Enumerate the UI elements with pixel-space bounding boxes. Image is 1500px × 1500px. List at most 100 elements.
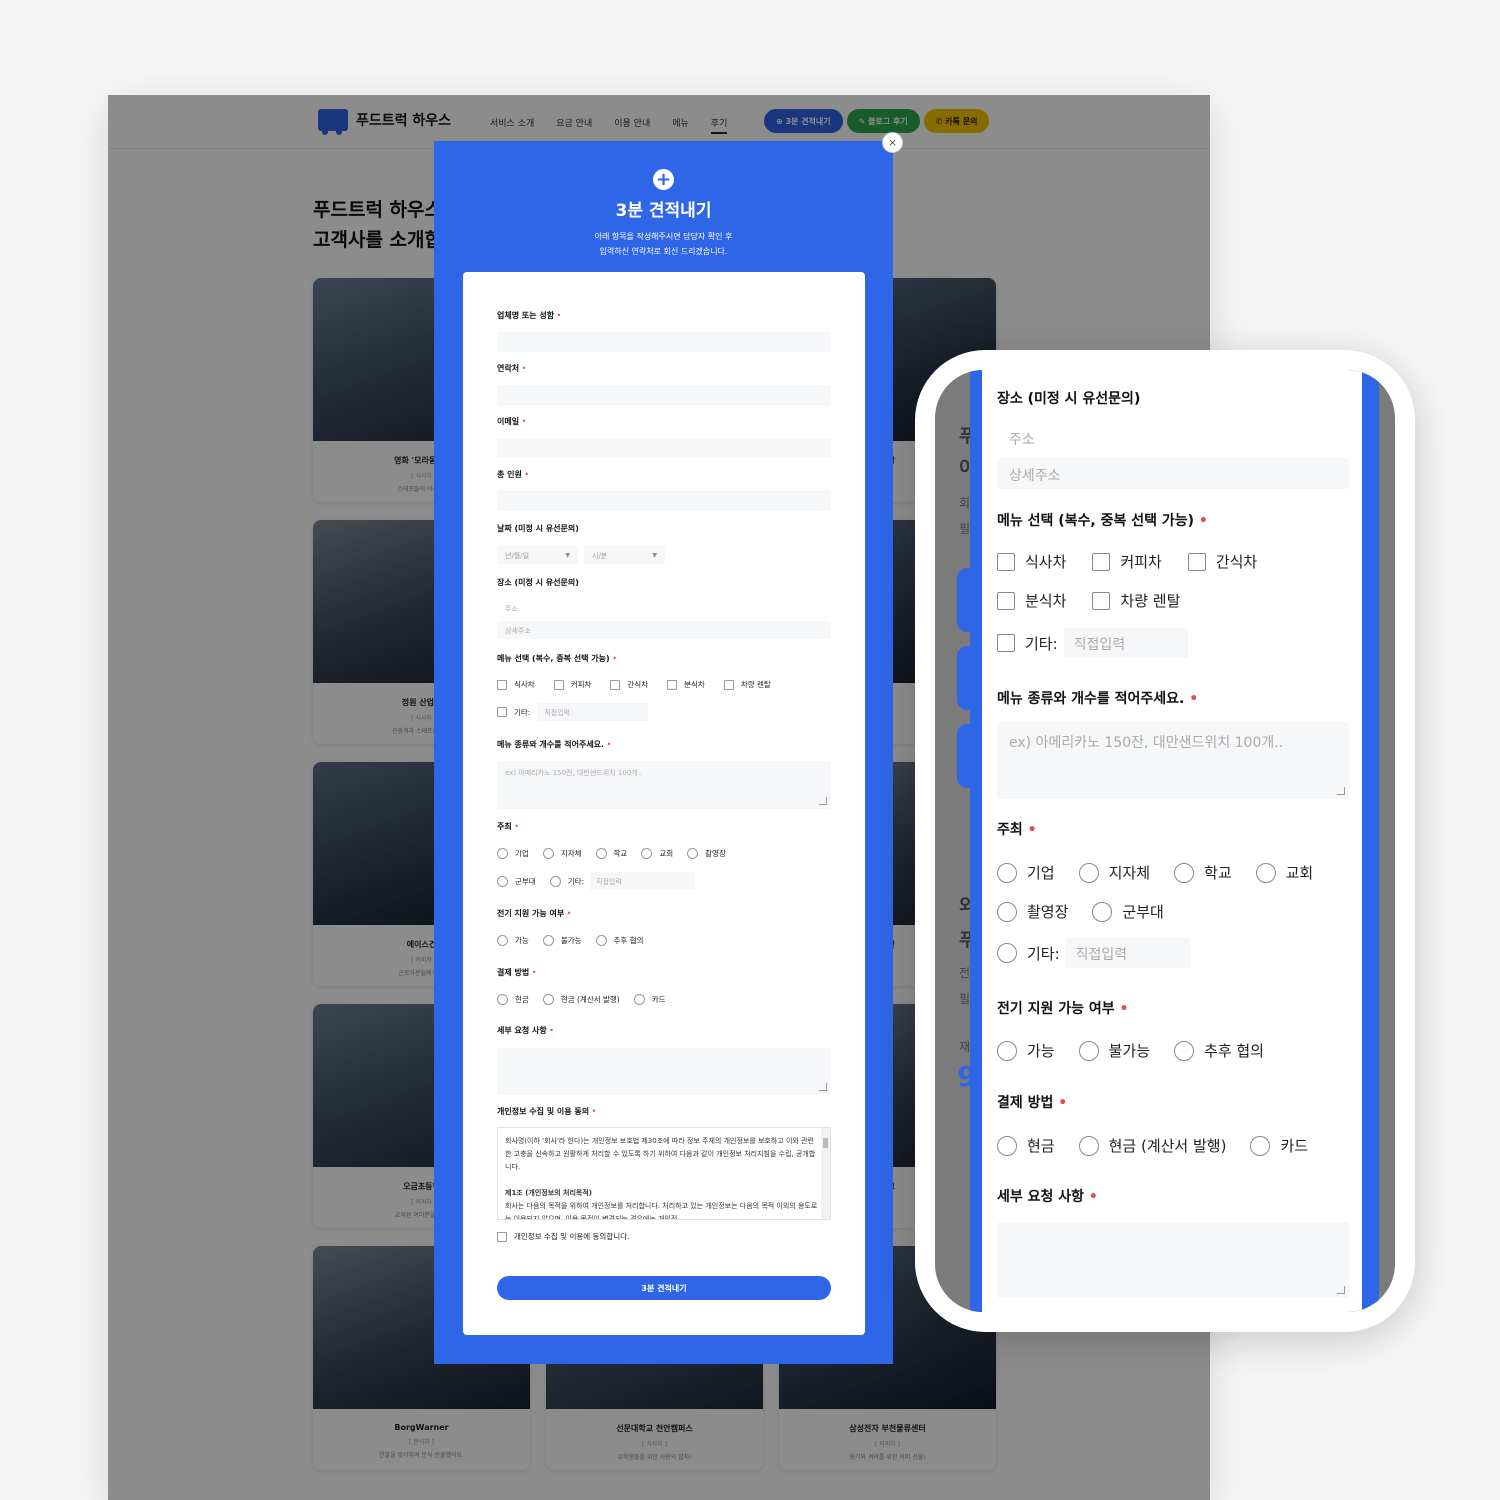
menu-detail-textarea[interactable]: ex) 아메리카노 150잔, 대만샌드위치 100개.. xyxy=(497,761,831,809)
date-select[interactable]: 년/월/일 ▼ xyxy=(497,546,578,564)
phone-power-option-yes[interactable]: 가능 xyxy=(997,1040,1055,1061)
phone-host-option-etc[interactable]: 기타: xyxy=(997,943,1060,964)
privacy-policy-box[interactable]: 회사명(이하 '회사'라 한다)는 개인정보 보호법 제30조에 따라 정보 주… xyxy=(497,1127,831,1220)
phone-menu-option-snack[interactable]: 간식차 xyxy=(1187,551,1257,572)
phone-host-option-military[interactable]: 군부대 xyxy=(1092,901,1164,922)
checkbox[interactable] xyxy=(1187,552,1206,571)
radio[interactable] xyxy=(641,848,653,859)
radio[interactable] xyxy=(997,1135,1017,1156)
checkbox[interactable] xyxy=(497,679,507,690)
host-option-government[interactable]: 지자체 xyxy=(542,848,582,859)
menu-option-bunsik[interactable]: 분식차 xyxy=(667,679,705,690)
resize-handle-icon[interactable] xyxy=(819,1083,827,1091)
radio[interactable] xyxy=(1078,862,1099,883)
phone-menu-option-rental[interactable]: 차량 렌탈 xyxy=(1092,590,1180,611)
checkbox[interactable] xyxy=(497,1231,507,1242)
menu-option-meal[interactable]: 식사차 xyxy=(497,679,535,690)
radio[interactable] xyxy=(1078,1135,1099,1156)
close-icon[interactable]: × xyxy=(882,132,903,153)
radio[interactable] xyxy=(1078,1040,1099,1061)
power-option-no[interactable]: 불가능 xyxy=(542,935,582,946)
resize-handle-icon[interactable] xyxy=(819,797,827,805)
radio[interactable] xyxy=(497,848,508,859)
phone-payment-option-cash[interactable]: 현금 xyxy=(997,1135,1055,1156)
phone-menu-option-etc[interactable]: 기타: xyxy=(997,633,1058,654)
radio[interactable] xyxy=(497,875,508,887)
checkbox[interactable] xyxy=(997,552,1015,571)
name-input[interactable] xyxy=(497,332,831,352)
phone-address-input[interactable]: 주소 xyxy=(1009,429,1035,449)
checkbox[interactable] xyxy=(667,679,678,690)
request-textarea[interactable] xyxy=(497,1048,831,1095)
radio[interactable] xyxy=(997,1040,1017,1061)
phone-address-detail-input[interactable]: 상세주소 xyxy=(997,458,1349,489)
submit-quote-button[interactable]: 3분 견적내기 xyxy=(497,1276,831,1300)
menu-option-rental[interactable]: 차량 렌탈 xyxy=(723,679,771,690)
payment-option-card[interactable]: 카드 xyxy=(633,994,666,1005)
checkbox[interactable] xyxy=(497,707,507,717)
phone-power-option-later[interactable]: 추후 협의 xyxy=(1174,1040,1264,1061)
email-input[interactable] xyxy=(497,438,831,458)
radio[interactable] xyxy=(633,994,645,1005)
radio[interactable] xyxy=(1250,1135,1271,1156)
headcount-input[interactable] xyxy=(497,491,831,511)
checkbox[interactable] xyxy=(723,679,734,690)
phone-power-option-no[interactable]: 불가능 xyxy=(1078,1040,1150,1061)
radio[interactable] xyxy=(549,875,561,887)
radio[interactable] xyxy=(997,943,1017,963)
resize-handle-icon[interactable] xyxy=(1337,787,1345,795)
radio[interactable] xyxy=(497,994,508,1005)
phone-host-option-government[interactable]: 지자체 xyxy=(1078,862,1150,883)
radio[interactable] xyxy=(1174,1040,1195,1061)
phone-host-option-filming[interactable]: 촬영장 xyxy=(997,901,1068,922)
radio[interactable] xyxy=(595,935,607,946)
radio[interactable] xyxy=(1092,901,1113,922)
checkbox[interactable] xyxy=(1092,591,1111,610)
menu-option-etc[interactable]: 기타: xyxy=(497,707,530,718)
menu-etc-input[interactable]: 직접입력 xyxy=(538,703,649,721)
phone-host-etc-input[interactable]: 직접입력 xyxy=(1065,938,1190,968)
address-input[interactable]: 주소 xyxy=(505,604,518,614)
host-option-filming[interactable]: 촬영장 xyxy=(687,848,726,859)
privacy-scrollbar[interactable] xyxy=(821,1128,830,1219)
phone-request-textarea[interactable] xyxy=(997,1222,1349,1298)
radio[interactable] xyxy=(542,848,554,859)
checkbox[interactable] xyxy=(553,679,564,690)
phone-host-option-company[interactable]: 기업 xyxy=(997,862,1055,883)
checkbox[interactable] xyxy=(610,679,621,690)
address-detail-input[interactable]: 상세주소 xyxy=(497,621,831,639)
radio[interactable] xyxy=(1255,862,1276,883)
phone-payment-option-cash-invoice[interactable]: 현금 (계산서 발행) xyxy=(1078,1135,1226,1156)
resize-handle-icon[interactable] xyxy=(1337,1286,1345,1294)
host-etc-input[interactable]: 직접입력 xyxy=(590,872,696,890)
radio[interactable] xyxy=(497,935,508,946)
radio[interactable] xyxy=(1174,862,1195,883)
radio[interactable] xyxy=(542,935,554,946)
phone-payment-option-card[interactable]: 카드 xyxy=(1250,1135,1308,1156)
phone-menu-detail-textarea[interactable]: ex) 아메리카노 150잔, 대만샌드위치 100개.. xyxy=(997,722,1349,799)
power-option-yes[interactable]: 가능 xyxy=(497,935,529,946)
phone-host-option-school[interactable]: 학교 xyxy=(1174,862,1232,883)
host-option-school[interactable]: 학교 xyxy=(595,848,627,859)
checkbox[interactable] xyxy=(997,634,1015,652)
privacy-agree-option[interactable]: 개인정보 수집 및 이용에 동의합니다. xyxy=(497,1231,629,1242)
radio[interactable] xyxy=(687,848,699,859)
payment-option-cash-invoice[interactable]: 현금 (계산서 발행) xyxy=(542,994,620,1005)
phone-menu-etc-input[interactable]: 직접입력 xyxy=(1063,628,1188,658)
phone-menu-option-bunsik[interactable]: 분식차 xyxy=(997,590,1066,611)
time-select[interactable]: 시/분 ▼ xyxy=(584,546,665,564)
payment-option-cash[interactable]: 현금 xyxy=(497,994,529,1005)
phone-menu-option-meal[interactable]: 식사차 xyxy=(997,551,1066,572)
power-option-later[interactable]: 추후 협의 xyxy=(595,935,644,946)
checkbox[interactable] xyxy=(997,591,1015,610)
menu-option-coffee[interactable]: 커피차 xyxy=(553,679,591,690)
radio[interactable] xyxy=(542,994,554,1005)
host-option-company[interactable]: 기업 xyxy=(497,848,529,859)
checkbox[interactable] xyxy=(1092,552,1111,571)
scrollbar-thumb[interactable] xyxy=(823,1138,828,1148)
host-option-etc[interactable]: 기타: xyxy=(549,875,584,887)
radio[interactable] xyxy=(595,848,607,859)
radio[interactable] xyxy=(997,862,1017,883)
menu-option-snack[interactable]: 간식차 xyxy=(610,679,648,690)
radio[interactable] xyxy=(997,901,1017,922)
